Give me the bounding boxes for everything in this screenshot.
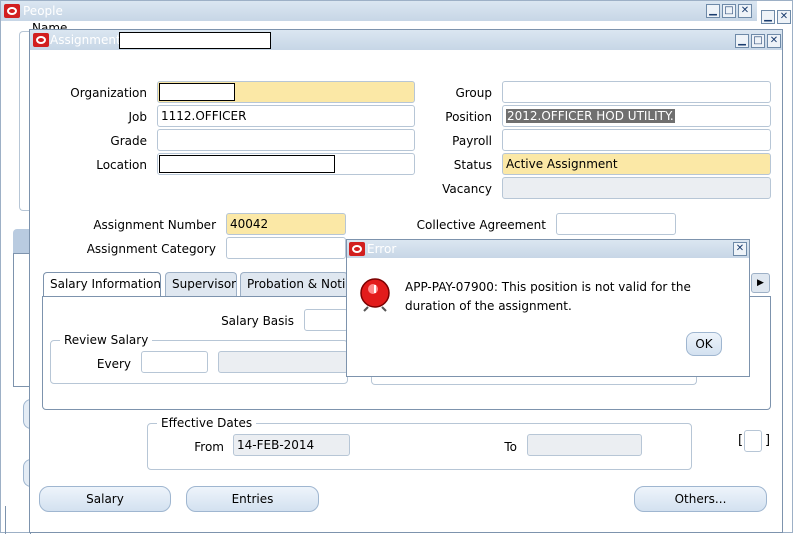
salary-basis-field[interactable] (304, 309, 348, 331)
assignment-maximize-button[interactable]: □ (751, 34, 765, 48)
bracket-field[interactable]: [ ] (738, 430, 771, 452)
ok-button[interactable]: OK (686, 332, 722, 356)
assignment-close-button[interactable]: ✕ (767, 34, 781, 48)
app-close-button[interactable]: ✕ (777, 10, 791, 24)
vacancy-label: Vacancy (442, 182, 492, 196)
assignment-title-redacted (119, 32, 271, 49)
location-field[interactable] (157, 153, 415, 175)
people-window-title: People (23, 4, 63, 18)
grade-field[interactable] (157, 129, 415, 151)
salary-button[interactable]: Salary (39, 486, 171, 512)
to-date-field[interactable] (527, 434, 642, 456)
error-alarm-icon (360, 278, 390, 312)
salary-basis-label: Salary Basis (221, 314, 294, 328)
assignment-category-label: Assignment Category (86, 242, 216, 256)
people-bottom-lines (5, 506, 31, 534)
error-dialog-titlebar[interactable]: Error ✕ (347, 240, 749, 258)
position-label: Position (445, 110, 492, 124)
every-unit-field[interactable] (218, 351, 348, 373)
organization-value-redacted (159, 83, 235, 101)
position-field[interactable]: 2012.OFFICER HOD UTILITY. (502, 105, 771, 127)
others-button[interactable]: Others... (634, 486, 767, 512)
error-dialog-title: Error (367, 242, 397, 256)
job-field[interactable]: 1112.OFFICER (157, 105, 415, 127)
every-field[interactable] (141, 351, 208, 373)
app-minimize-button[interactable]: ▁ (761, 10, 775, 24)
payroll-label: Payroll (452, 134, 492, 148)
status-label: Status (453, 158, 492, 172)
group-label: Group (455, 86, 492, 100)
from-label: From (194, 440, 224, 454)
assignment-titlebar[interactable]: Assignment ▁ □ ✕ (30, 30, 782, 50)
tab-salary-information[interactable]: Salary Information (43, 272, 161, 297)
assignment-number-field[interactable]: 40042 (226, 213, 346, 235)
assignment-category-field[interactable] (226, 237, 346, 259)
oracle-logo-icon (33, 33, 49, 47)
organization-label: Organization (70, 86, 147, 100)
payroll-field[interactable] (502, 129, 771, 151)
effective-dates-title: Effective Dates (157, 416, 257, 430)
job-label: Job (128, 110, 148, 124)
people-maximize-button[interactable]: □ (722, 4, 736, 18)
error-dialog: Error ✕ APP-PAY-07900: This position is … (346, 239, 750, 377)
grade-label: Grade (110, 134, 147, 148)
collective-agreement-field[interactable] (556, 213, 676, 235)
error-dialog-close-button[interactable]: ✕ (733, 242, 747, 256)
to-label: To (504, 440, 517, 454)
assignment-window-title: Assignment (50, 33, 121, 47)
assignment-minimize-button[interactable]: ▁ (735, 34, 749, 48)
people-close-button[interactable]: ✕ (738, 4, 752, 18)
status-field[interactable]: Active Assignment (502, 153, 771, 175)
location-label: Location (96, 158, 147, 172)
collective-agreement-label: Collective Agreement (416, 218, 546, 232)
bracket-right: ] (765, 433, 771, 448)
oracle-logo-icon (4, 4, 20, 18)
people-titlebar[interactable]: People ▁ □ ✕ (1, 1, 757, 21)
tab-scroll-right-button[interactable]: ▶ (751, 273, 770, 293)
tab-probation-notice[interactable]: Probation & Notic (240, 272, 348, 297)
every-label: Every (96, 357, 131, 371)
organization-field[interactable] (157, 81, 415, 103)
error-message: APP-PAY-07900: This position is not vali… (405, 280, 691, 313)
oracle-logo-icon (349, 242, 365, 256)
bracket-left: [ (738, 433, 744, 448)
review-salary-title: Review Salary (60, 333, 153, 347)
tab-supervisor[interactable]: Supervisor (165, 272, 237, 297)
position-value: 2012.OFFICER HOD UTILITY. (506, 109, 675, 123)
vacancy-field[interactable] (502, 177, 771, 199)
group-field[interactable] (502, 81, 771, 103)
location-value-redacted (159, 155, 335, 173)
assignment-number-label: Assignment Number (93, 218, 216, 232)
from-date-field[interactable]: 14-FEB-2014 (233, 434, 350, 456)
entries-button[interactable]: Entries (186, 486, 319, 512)
bracket-box (744, 430, 762, 452)
people-minimize-button[interactable]: ▁ (706, 4, 720, 18)
